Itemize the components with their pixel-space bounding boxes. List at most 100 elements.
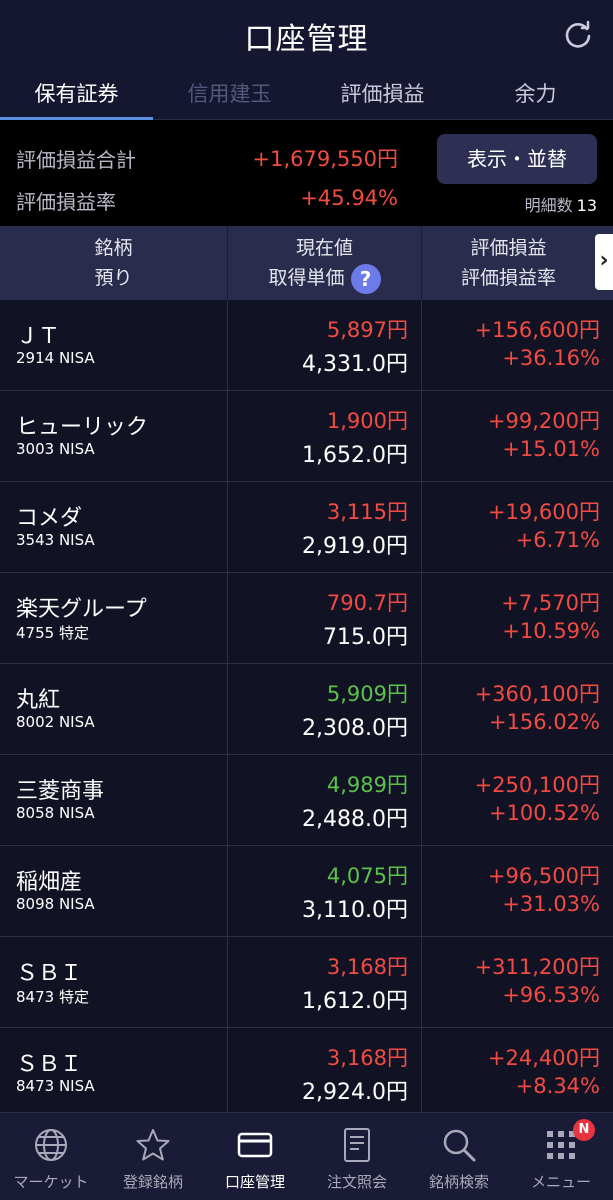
table-row[interactable]: ＳＢＩ 8473 特定 3,168円 1,612.0円 +311,200円 +9… xyxy=(0,937,613,1028)
profit-loss-rate: +10.59% xyxy=(502,619,600,643)
profit-loss: +7,570円 xyxy=(501,591,600,615)
bottom-navigation: マーケット 登録銘柄 口座管理 注文照会 銘柄検索 N メニュー xyxy=(0,1112,613,1200)
tab-holdings[interactable]: 保有証券 xyxy=(0,70,153,120)
nav-search[interactable]: 銘柄検索 xyxy=(408,1113,510,1200)
profit-loss: +99,200円 xyxy=(487,409,600,433)
pl-rate-label: 評価損益率 xyxy=(16,190,116,214)
current-price: 790.7円 xyxy=(326,591,408,615)
column-profit-loss[interactable]: 評価損益 評価損益率 xyxy=(422,226,595,300)
table-row[interactable]: 丸紅 8002 NISA 5,909円 2,308.0円 +360,100円 +… xyxy=(0,664,613,755)
security-code-account: 2914 NISA xyxy=(16,349,95,367)
cost-price: 2,924.0円 xyxy=(302,1080,408,1105)
column-custody-title: 預り xyxy=(94,267,133,289)
profit-loss-rate: +100.52% xyxy=(488,801,600,825)
nav-account[interactable]: 口座管理 xyxy=(204,1113,306,1200)
security-code-account: 3543 NISA xyxy=(16,531,95,549)
profit-loss-rate: +8.34% xyxy=(515,1074,600,1098)
security-code-account: 4755 特定 xyxy=(16,624,89,642)
nav-market-label: マーケット xyxy=(13,1173,89,1191)
column-price[interactable]: 現在値 取得単価? xyxy=(228,226,422,300)
security-name: ヒューリック xyxy=(16,415,149,440)
nav-orders-label: 注文照会 xyxy=(326,1173,387,1191)
security-code-account: 8058 NISA xyxy=(16,804,95,822)
document-icon xyxy=(344,1128,370,1162)
profit-loss: +24,400円 xyxy=(487,1046,600,1070)
globe-icon xyxy=(35,1129,67,1161)
current-price: 5,897円 xyxy=(326,318,408,342)
table-row[interactable]: 三菱商事 8058 NISA 4,989円 2,488.0円 +250,100円… xyxy=(0,755,613,846)
nav-menu-label: メニュー xyxy=(530,1173,591,1191)
refresh-icon[interactable] xyxy=(563,20,593,50)
search-icon xyxy=(443,1129,476,1162)
table-row[interactable]: ＪＴ 2914 NISA 5,897円 4,331.0円 +156,600円 +… xyxy=(0,300,613,391)
table-row[interactable]: 楽天グループ 4755 特定 790.7円 715.0円 +7,570円 +10… xyxy=(0,573,613,664)
current-price: 3,168円 xyxy=(326,1046,408,1070)
table-row[interactable]: 稲畑産 8098 NISA 4,075円 3,110.0円 +96,500円 +… xyxy=(0,846,613,937)
total-pl-label: 評価損益合計 xyxy=(16,148,136,172)
column-pl-title: 評価損益 xyxy=(470,237,547,259)
security-code-account: 8002 NISA xyxy=(16,713,95,731)
column-pl-rate-title: 評価損益率 xyxy=(460,267,556,289)
cost-price: 715.0円 xyxy=(323,625,408,650)
cost-price: 2,919.0円 xyxy=(302,534,408,559)
detail-count-value: 13 xyxy=(576,196,597,215)
current-price: 4,075円 xyxy=(326,864,408,888)
card-icon xyxy=(237,1132,273,1158)
detail-count: 明細数 13 xyxy=(525,192,597,216)
nav-search-label: 銘柄検索 xyxy=(428,1173,489,1191)
total-pl-value: +1,679,550円 xyxy=(252,147,398,171)
current-price: 3,115円 xyxy=(326,500,408,524)
profit-loss: +250,100円 xyxy=(474,773,600,797)
current-price: 5,909円 xyxy=(326,682,408,706)
profit-loss-rate: +156.02% xyxy=(488,710,600,734)
profit-loss: +19,600円 xyxy=(487,500,600,524)
tab-profit-loss[interactable]: 評価損益 xyxy=(306,70,459,120)
security-name: 楽天グループ xyxy=(16,597,147,622)
security-name: ＳＢＩ xyxy=(16,961,83,986)
security-code-account: 8473 特定 xyxy=(16,988,89,1006)
nav-market[interactable]: マーケット xyxy=(0,1113,102,1200)
security-code-account: 3003 NISA xyxy=(16,440,95,458)
table-row[interactable]: コメダ 3543 NISA 3,115円 2,919.0円 +19,600円 +… xyxy=(0,482,613,573)
security-name: コメダ xyxy=(16,506,83,531)
profit-loss: +360,100円 xyxy=(474,682,600,706)
nav-watchlist[interactable]: 登録銘柄 xyxy=(102,1113,204,1200)
cost-price: 3,110.0円 xyxy=(302,898,408,923)
table-row[interactable]: ＳＢＩ 8473 NISA 3,168円 2,924.0円 +24,400円 +… xyxy=(0,1028,613,1112)
profit-loss-rate: +36.16% xyxy=(502,346,600,370)
cost-price: 1,612.0円 xyxy=(302,989,408,1014)
column-current-price-title: 現在値 xyxy=(295,237,353,259)
nav-watchlist-label: 登録銘柄 xyxy=(122,1173,183,1191)
star-icon xyxy=(136,1129,170,1161)
cost-price: 4,331.0円 xyxy=(302,352,408,377)
profit-loss: +311,200円 xyxy=(474,955,600,979)
security-name: 稲畑産 xyxy=(16,870,83,895)
current-price: 1,900円 xyxy=(326,409,408,433)
profit-loss-rate: +6.71% xyxy=(515,528,600,552)
tab-buying-power[interactable]: 余力 xyxy=(459,70,612,120)
nav-orders[interactable]: 注文照会 xyxy=(306,1113,408,1200)
app-header: 口座管理 xyxy=(0,0,613,70)
security-name: 三菱商事 xyxy=(16,779,105,804)
nav-menu[interactable]: N メニュー xyxy=(510,1113,612,1200)
detail-count-label: 明細数 xyxy=(524,196,573,215)
column-security[interactable]: 銘柄 預り xyxy=(0,226,228,300)
profit-loss-rate: +96.53% xyxy=(502,983,600,1007)
profit-loss: +156,600円 xyxy=(474,318,600,342)
column-cost-title: 取得単価 xyxy=(268,267,345,289)
page-title: 口座管理 xyxy=(244,22,369,57)
help-icon[interactable]: ? xyxy=(350,263,381,294)
security-name: ＪＴ xyxy=(16,324,61,349)
security-name: 丸紅 xyxy=(16,688,61,713)
security-code-account: 8098 NISA xyxy=(16,895,95,913)
profit-loss-rate: +15.01% xyxy=(502,437,600,461)
chevron-right-icon[interactable]: › xyxy=(595,234,613,290)
profit-loss: +96,500円 xyxy=(487,864,600,888)
security-name: ＳＢＩ xyxy=(16,1052,83,1077)
table-row[interactable]: ヒューリック 3003 NISA 1,900円 1,652.0円 +99,200… xyxy=(0,391,613,482)
tab-bar: 保有証券 信用建玉 評価損益 余力 xyxy=(0,70,613,120)
tab-margin-positions[interactable]: 信用建玉 xyxy=(153,70,306,120)
display-sort-button[interactable]: 表示・並替 xyxy=(437,134,597,184)
column-security-title: 銘柄 xyxy=(94,237,133,259)
cost-price: 1,652.0円 xyxy=(302,443,408,468)
